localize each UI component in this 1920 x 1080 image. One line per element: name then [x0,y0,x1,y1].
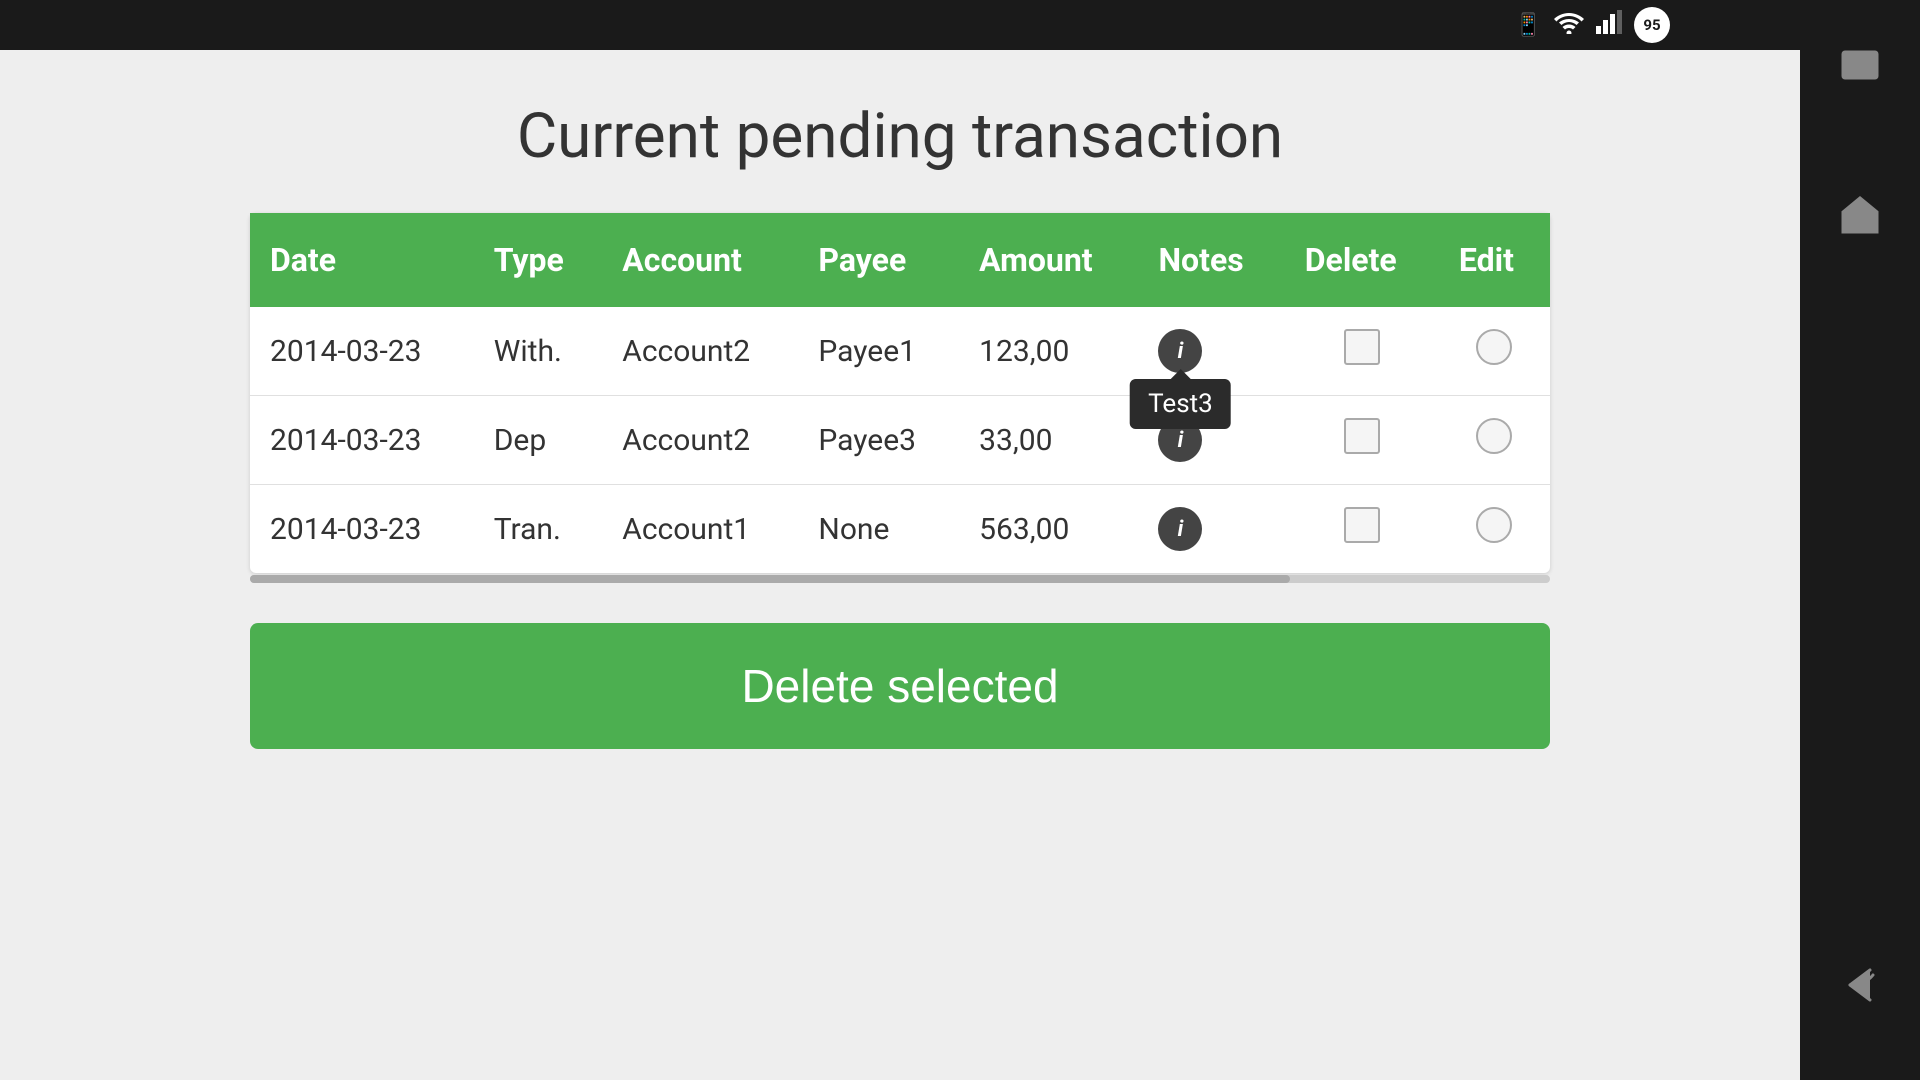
transaction-table: Date Type Account Payee Amount Notes Del… [250,213,1550,573]
table-row: 2014-03-23 With. Account2 Payee1 123,00 … [250,307,1550,396]
col-header-amount: Amount [959,213,1138,307]
cell-amount-2: 563,00 [959,485,1138,574]
table-header-row: Date Type Account Payee Amount Notes Del… [250,213,1550,307]
col-header-edit: Edit [1439,213,1550,307]
info-icon-wrap-0[interactable]: i Test3 [1158,329,1202,373]
home-icon[interactable] [1835,180,1885,250]
battery-level: 95 [1634,7,1670,43]
cell-type-2: Tran. [474,485,603,574]
sidebar-bottom-icons [1835,950,1885,1020]
delete-checkbox-2[interactable] [1344,507,1380,543]
col-header-payee: Payee [798,213,959,307]
cell-amount-0: 123,00 [959,307,1138,396]
scroll-bar[interactable] [250,575,1550,583]
cell-payee-0: Payee1 [798,307,959,396]
right-sidebar [1800,0,1920,1080]
tooltip-0: Test3 [1130,379,1231,429]
info-icon-2[interactable]: i [1158,507,1202,551]
delete-checkbox-0[interactable] [1344,329,1380,365]
edit-radio-2[interactable] [1476,507,1512,543]
cell-account-0: Account2 [602,307,798,396]
col-header-delete: Delete [1285,213,1439,307]
cell-date-0: 2014-03-23 [250,307,474,396]
cell-date-2: 2014-03-23 [250,485,474,574]
col-header-date: Date [250,213,474,307]
col-header-account: Account [602,213,798,307]
status-bar: 📱 95 [0,0,1800,50]
cell-type-1: Dep [474,396,603,485]
cell-delete-0 [1285,307,1439,396]
delete-checkbox-1[interactable] [1344,418,1380,454]
cell-edit-0 [1439,307,1550,396]
cell-delete-1 [1285,396,1439,485]
cell-edit-2 [1439,485,1550,574]
cell-notes-2: i [1138,485,1284,574]
cell-edit-1 [1439,396,1550,485]
phone-icon: 📱 [1515,13,1542,38]
status-icons: 📱 95 [1515,7,1670,43]
cell-type-0: With. [474,307,603,396]
page-title: Current pending transaction [517,100,1283,173]
table-row: 2014-03-23 Tran. Account1 None 563,00 i [250,485,1550,574]
recent-apps-icon[interactable] [1835,30,1885,100]
cell-payee-1: Payee3 [798,396,959,485]
col-header-notes: Notes [1138,213,1284,307]
cell-amount-1: 33,00 [959,396,1138,485]
info-icon-0[interactable]: i [1158,329,1202,373]
cell-date-1: 2014-03-23 [250,396,474,485]
delete-selected-button[interactable]: Delete selected [250,623,1550,749]
cell-delete-2 [1285,485,1439,574]
edit-radio-0[interactable] [1476,329,1512,365]
cell-notes-0: i Test3 [1138,307,1284,396]
info-icon-wrap-2[interactable]: i [1158,507,1202,551]
cell-payee-2: None [798,485,959,574]
edit-radio-1[interactable] [1476,418,1512,454]
col-header-type: Type [474,213,603,307]
cell-account-1: Account2 [602,396,798,485]
scroll-bar-thumb [250,575,1290,583]
sidebar-top-icons [1835,30,1885,250]
main-content: 📱 95 C [0,0,1800,1080]
signal-icon [1596,10,1622,40]
cell-account-2: Account1 [602,485,798,574]
wifi-icon [1554,10,1584,40]
table-row: 2014-03-23 Dep Account2 Payee3 33,00 i [250,396,1550,485]
back-icon[interactable] [1835,950,1885,1020]
